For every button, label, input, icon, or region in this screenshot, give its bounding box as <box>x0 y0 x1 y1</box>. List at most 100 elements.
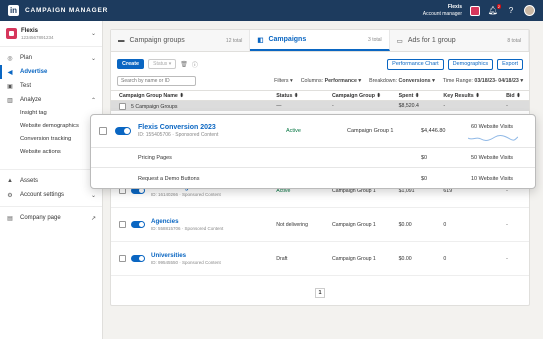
tab-ads[interactable]: ▭ Ads for 1 group 8 total <box>389 30 529 51</box>
account-name: Flexis <box>447 3 462 10</box>
campaign-toggle[interactable] <box>115 127 131 135</box>
columns-value: Performance ▾ <box>324 77 362 84</box>
results-value: 60 Website Visits <box>471 124 513 130</box>
summary-status: — <box>276 103 282 109</box>
bid-value: - <box>506 255 508 262</box>
status-badge: Active <box>286 128 301 134</box>
sidebar-item-label: Account settings <box>20 192 65 198</box>
campaign-name-link[interactable]: Agencies <box>151 218 223 226</box>
results-value: 50 Website Visits <box>471 154 513 161</box>
breakdown-dropdown[interactable]: Breakdown: Conversions ▾ <box>369 78 435 84</box>
export-button[interactable]: Export <box>497 58 523 70</box>
performance-chart-button[interactable]: Performance Chart <box>387 58 444 70</box>
spent-value: $0 <box>421 175 428 182</box>
bar-chart-icon: ▥ <box>7 97 13 104</box>
sidebar-item-label: Plan <box>20 55 33 61</box>
trash-icon[interactable]: 🗑︎ <box>180 61 188 68</box>
avatar[interactable] <box>524 5 535 16</box>
sidebar-item-plan[interactable]: ◎ Plan ⌄ <box>0 51 102 65</box>
time-range-label: Time Range: <box>442 77 473 84</box>
chevron-down-icon[interactable]: ⌄ <box>91 30 96 37</box>
breakdown-label: Breakdown: <box>369 77 398 84</box>
tab-campaigns[interactable]: ◧ Campaigns 3 total <box>250 30 390 51</box>
sidebar-item-label: Test <box>20 83 32 89</box>
chevron-up-icon: ⌃ <box>90 97 96 104</box>
demographics-button[interactable]: Demographics <box>447 58 494 70</box>
toolbar: Create Status ▾ 🗑︎ ⓘ Performance Chart D… <box>111 56 529 72</box>
campaign-toggle[interactable] <box>131 221 145 228</box>
campaign-name-link[interactable]: Universities <box>151 252 221 260</box>
row-checkbox[interactable] <box>99 127 107 135</box>
column-header-bid[interactable]: Bid ⬍ <box>506 93 529 99</box>
sidebar-account-name: Flexis <box>21 27 39 34</box>
sidebar-item-assets[interactable]: ▲ Assets ⌄ <box>0 174 102 188</box>
sidebar-item-label: Analyze <box>20 97 42 103</box>
conversion-breakdown-row: Request a Demo Buttons $0 10 Website Vis… <box>91 168 535 189</box>
tab-count: 12 total <box>225 37 243 44</box>
linkedin-logo-icon[interactable]: in <box>8 5 19 16</box>
notification-count: 2 <box>496 3 501 9</box>
table-row[interactable]: Universities ID: 99545550 · Sponsored Co… <box>111 242 529 276</box>
column-header-status[interactable]: Status ⬍ <box>276 93 332 99</box>
time-range-value: 03/18/23- 04/18/23 ▾ <box>474 77 523 84</box>
flask-icon: ▣ <box>7 83 13 90</box>
filters-dropdown[interactable]: Filters ▾ <box>274 78 293 84</box>
sidebar-item-test[interactable]: ▣ Test <box>0 79 102 93</box>
sidebar-item-advertise[interactable]: ◀ Advertise <box>0 65 102 79</box>
table-header: Campaign Group Name ⬍ Status ⬍ Campaign … <box>111 90 529 101</box>
sidebar-account[interactable]: Flexis 1234567891234 ⌄ <box>0 21 102 47</box>
create-button[interactable]: Create <box>117 59 145 69</box>
campaign-group: Campaign Group 1 <box>331 221 376 228</box>
time-range-dropdown[interactable]: Time Range: 03/18/23- 04/18/23 ▾ <box>443 78 523 84</box>
sidebar-item-label: Advertise <box>20 69 48 75</box>
sidebar-item-insight-tag[interactable]: Insight tag <box>0 107 102 120</box>
tab-bar: ▬ Campaign groups 12 total ◧ Campaigns 3… <box>111 30 529 52</box>
sparkline-chart <box>468 135 518 141</box>
column-header-spent[interactable]: Spent ⬍ <box>399 93 444 99</box>
sidebar-item-website-demographics[interactable]: Website demographics <box>0 120 102 133</box>
search-input[interactable] <box>117 75 196 86</box>
help-icon[interactable]: ? <box>506 6 516 16</box>
campaign-name-link[interactable]: Flexis Conversion 2023 <box>138 124 218 131</box>
expanded-campaign-row[interactable]: Flexis Conversion 2023 ID: 155405706 · S… <box>91 115 535 148</box>
info-icon[interactable]: ⓘ <box>192 60 198 69</box>
account-switcher[interactable]: Flexis Account manager <box>423 4 462 18</box>
tab-count: 8 total <box>507 37 521 44</box>
campaign-toggle[interactable] <box>131 255 145 262</box>
sidebar-item-conversion-tracking[interactable]: Conversion tracking <box>0 133 102 146</box>
table-row[interactable]: Agencies ID: 558815706 · Sponsored Conte… <box>111 208 529 242</box>
page-button[interactable]: 1 <box>315 288 325 298</box>
sidebar-item-account-settings[interactable]: ⚙ Account settings ⌄ <box>0 188 102 202</box>
column-header-group[interactable]: Campaign Group ⬍ <box>332 93 399 99</box>
account-badge-icon[interactable] <box>470 5 480 16</box>
column-header-name[interactable]: Campaign Group Name ⬍ <box>111 93 276 99</box>
summary-bid: - <box>506 103 508 109</box>
sidebar-item-website-actions[interactable]: Website actions <box>0 146 102 159</box>
status-badge: Draft <box>276 255 288 262</box>
top-right-controls: Flexis Account manager 🔔︎ 2 ? <box>423 3 535 18</box>
conversion-breakdown-row: Pricing Pages $0 50 Website Visits <box>91 148 535 168</box>
sidebar-item-analyze[interactable]: ▥ Analyze ⌃ <box>0 93 102 107</box>
account-icon <box>6 28 17 39</box>
sidebar-item-company-page[interactable]: ▤ Company page ↗ <box>0 211 102 225</box>
campaign-id: ID: 155405706 · Sponsored Content <box>138 132 219 138</box>
row-checkbox[interactable] <box>119 255 126 262</box>
campaign-group: Campaign Group 1 <box>347 128 394 134</box>
external-link-icon: ↗ <box>90 215 96 222</box>
building-icon: ▤ <box>7 215 13 222</box>
status-badge: Not delivering <box>276 221 308 228</box>
columns-dropdown[interactable]: Columns: Performance ▾ <box>301 78 361 84</box>
select-all-checkbox[interactable] <box>119 102 126 110</box>
divider <box>0 206 102 207</box>
bell-icon[interactable]: 🔔︎ 2 <box>488 3 501 16</box>
sidebar-item-label: Company page <box>20 215 61 221</box>
campaign-group: Campaign Group 1 <box>331 255 376 262</box>
app-title: CAMPAIGN MANAGER <box>25 7 109 14</box>
row-checkbox[interactable] <box>119 221 126 228</box>
expanded-campaign-card: Flexis Conversion 2023 ID: 155405706 · S… <box>90 114 536 189</box>
tab-label: Ads for 1 group <box>407 37 456 44</box>
tab-campaign-groups[interactable]: ▬ Campaign groups 12 total <box>111 30 251 51</box>
summary-row: 5 Campaign Groups — - $8,520.4 - - <box>111 101 529 111</box>
column-header-results[interactable]: Key Results ⬍ <box>443 93 506 99</box>
status-dropdown[interactable]: Status ▾ <box>148 59 177 69</box>
